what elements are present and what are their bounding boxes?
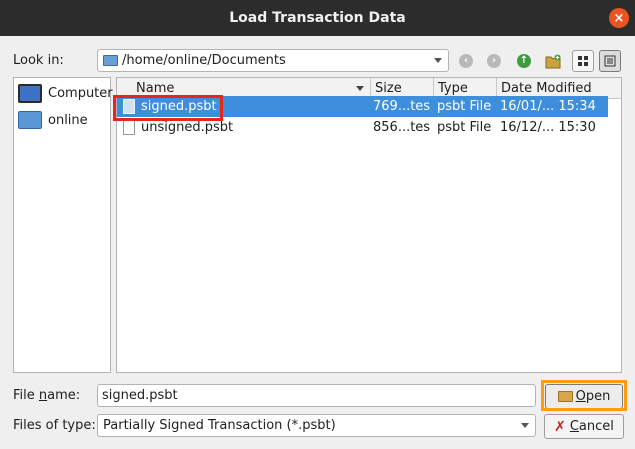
chevron-down-icon [521, 423, 529, 428]
file-date-cell: 16/01/... 15:34 [500, 99, 596, 114]
close-button[interactable]: × [609, 8, 629, 28]
back-button[interactable]: ‹ [455, 50, 477, 72]
look-in-label: Look in: [13, 53, 64, 68]
sidebar-item-online[interactable]: online [18, 111, 88, 129]
open-button-label: Open [575, 389, 611, 404]
file-name-cell: unsigned.psbt [123, 117, 369, 138]
file-name-input[interactable] [97, 384, 536, 407]
look-in-combo[interactable]: /home/online/Documents [97, 49, 449, 72]
column-header-name[interactable]: Name [117, 78, 371, 98]
new-folder-icon [545, 54, 560, 68]
computer-icon [18, 84, 42, 103]
column-header-type[interactable]: Type [434, 78, 497, 98]
file-size-cell: 769...tes [373, 99, 431, 114]
column-header-size[interactable]: Size [371, 78, 434, 98]
parent-directory-icon: ↑ [517, 54, 531, 68]
file-type-cell: psbt File [437, 120, 492, 135]
list-view-icon [578, 56, 588, 66]
file-type-cell: psbt File [437, 99, 492, 114]
column-header-label: Type [438, 80, 468, 96]
cancel-icon: ✗ [554, 418, 566, 435]
file-size-cell: 856...tes [373, 120, 431, 135]
current-path: /home/online/Documents [122, 53, 286, 68]
sort-descending-icon [356, 86, 364, 91]
detail-view-icon [604, 55, 616, 67]
file-dialog: Look in: /home/online/Documents ‹ › ↑ Co… [0, 36, 635, 449]
forward-button[interactable]: › [483, 50, 505, 72]
file-icon [123, 99, 135, 114]
list-view-button[interactable] [572, 50, 594, 72]
title-bar: Load Transaction Data × [0, 0, 635, 36]
file-type-value: Partially Signed Transaction (*.psbt) [103, 418, 336, 433]
file-name: unsigned.psbt [141, 120, 234, 135]
file-name: signed.psbt [141, 99, 217, 114]
window-title: Load Transaction Data [229, 10, 406, 26]
file-icon [123, 120, 135, 135]
file-date-cell: 16/12/... 15:30 [500, 120, 596, 135]
folder-open-icon [557, 391, 573, 402]
file-type-combo[interactable]: Partially Signed Transaction (*.psbt) [97, 414, 536, 437]
file-type-label: Files of type: [13, 418, 96, 433]
forward-icon: › [487, 54, 501, 68]
close-icon: × [613, 10, 625, 26]
back-icon: ‹ [459, 54, 473, 68]
column-header-label: Size [375, 80, 402, 96]
sidebar-item-label: Computer [48, 86, 113, 101]
sidebar: Computer online [13, 77, 113, 373]
folder-icon [103, 55, 118, 66]
sidebar-item-label: online [48, 112, 88, 128]
file-name-cell: signed.psbt [123, 96, 369, 117]
folder-icon [18, 111, 42, 129]
parent-directory-button[interactable]: ↑ [513, 50, 535, 72]
table-row-unsigned[interactable]: unsigned.psbt 856...tes psbt File 16/12/… [117, 117, 608, 138]
sidebar-item-computer[interactable]: Computer [18, 84, 113, 103]
column-header-date-modified[interactable]: Date Modified [497, 78, 621, 98]
column-header-label: Date Modified [501, 80, 592, 96]
cancel-button[interactable]: ✗ Cancel [544, 414, 624, 439]
detail-view-button[interactable] [599, 50, 621, 72]
file-name-label: File name: [13, 388, 81, 403]
open-button[interactable]: Open [545, 384, 623, 409]
cancel-button-label: Cancel [569, 419, 614, 434]
chevron-down-icon [434, 58, 442, 63]
column-header-label: Name [136, 80, 175, 96]
new-folder-button[interactable] [542, 50, 564, 72]
table-row-signed[interactable]: signed.psbt 769...tes psbt File 16/01/..… [117, 96, 608, 117]
